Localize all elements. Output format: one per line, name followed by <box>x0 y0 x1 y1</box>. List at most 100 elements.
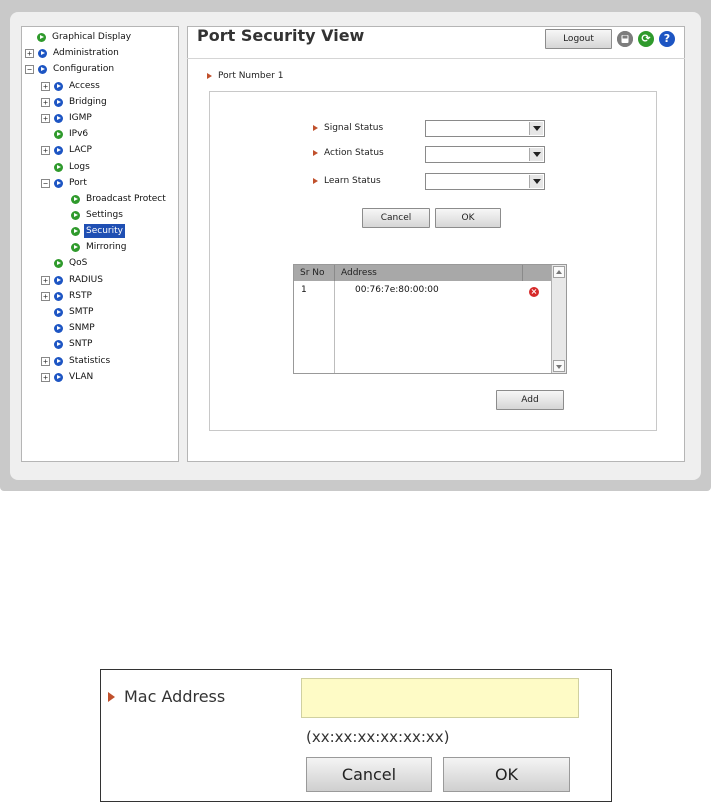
column-header-action <box>523 265 552 281</box>
ok-button[interactable]: OK <box>435 208 501 228</box>
action-status-select[interactable] <box>425 146 545 163</box>
tree-item-sntp[interactable]: SNTP <box>54 337 94 351</box>
tree-item-label: Access <box>69 81 100 91</box>
help-icon[interactable]: ? <box>659 31 675 47</box>
collapse-toggle-icon[interactable]: − <box>25 64 34 74</box>
tree-item-rstp[interactable]: + RSTP <box>41 289 94 303</box>
mac-address-label: Mac Address <box>108 687 225 706</box>
scroll-down-arrow-icon[interactable] <box>553 360 565 372</box>
tree-item-label: Statistics <box>69 356 111 366</box>
expand-toggle-icon[interactable]: + <box>25 48 34 58</box>
tree-item-label: VLAN <box>69 372 94 382</box>
mac-address-input[interactable] <box>301 678 579 718</box>
tree-item-vlan[interactable]: + VLAN <box>41 370 95 384</box>
tree-item-label: SMTP <box>69 307 94 317</box>
signal-status-select[interactable] <box>425 120 545 137</box>
action-status-label: Action Status <box>313 148 384 158</box>
tree-item-radius[interactable]: + RADIUS <box>41 273 105 287</box>
tree-item-mirroring[interactable]: Mirroring <box>71 240 128 254</box>
tree-item-access[interactable]: + Access <box>41 79 102 93</box>
mac-address-text: Mac Address <box>124 687 226 706</box>
green-arrow-icon <box>71 226 80 236</box>
green-arrow-icon <box>54 162 63 172</box>
expand-toggle-icon[interactable]: + <box>41 113 50 123</box>
expand-toggle-icon[interactable]: + <box>41 81 50 91</box>
green-arrow-icon <box>71 194 80 204</box>
tree-item-security[interactable]: Security <box>71 224 125 238</box>
green-arrow-icon <box>54 129 63 139</box>
learn-status-select[interactable] <box>425 173 545 190</box>
tree-item-lacp[interactable]: + LACP <box>41 143 94 157</box>
blue-arrow-icon <box>54 113 63 123</box>
green-arrow-icon <box>54 258 63 268</box>
tree-item-administration[interactable]: + Administration <box>25 46 121 60</box>
chevron-down-icon[interactable] <box>529 175 543 188</box>
signal-status-text: Signal Status <box>324 123 384 133</box>
tree-item-label: QoS <box>69 258 88 268</box>
tree-item-label: SNMP <box>69 323 95 333</box>
tree-item-qos[interactable]: QoS <box>54 256 89 270</box>
scroll-up-arrow-icon[interactable] <box>553 266 565 278</box>
tree-item-bridging[interactable]: + Bridging <box>41 95 109 109</box>
tree-item-label: Port <box>69 178 87 188</box>
expand-toggle-icon[interactable]: + <box>41 372 50 382</box>
tree-item-ipv6[interactable]: IPv6 <box>54 127 90 141</box>
chevron-down-icon[interactable] <box>529 148 543 161</box>
blue-arrow-icon <box>54 307 63 317</box>
bullet-arrow-icon <box>207 72 212 79</box>
tree-item-graphical-display[interactable]: Graphical Display <box>37 30 133 44</box>
chevron-down-icon[interactable] <box>529 122 543 135</box>
expand-toggle-icon[interactable]: + <box>41 291 50 301</box>
cancel-button[interactable]: Cancel <box>362 208 430 228</box>
tree-item-label: IPv6 <box>69 129 89 139</box>
tree-item-settings[interactable]: Settings <box>71 208 125 222</box>
delete-icon[interactable]: × <box>529 287 539 297</box>
tree-item-logs[interactable]: Logs <box>54 160 92 174</box>
port-number-label: Port Number 1 <box>207 71 283 81</box>
tree-item-label: IGMP <box>69 113 92 123</box>
mac-format-hint: (xx:xx:xx:xx:xx:xx) <box>306 728 450 746</box>
learn-status-text: Learn Status <box>324 176 381 186</box>
port-security-form-box <box>209 91 657 431</box>
blue-arrow-icon <box>38 48 47 58</box>
tree-item-statistics[interactable]: + Statistics <box>41 354 112 368</box>
detail-cancel-button[interactable]: Cancel <box>306 757 432 792</box>
signal-status-label: Signal Status <box>313 123 383 133</box>
tree-item-label: Graphical Display <box>52 32 132 42</box>
save-icon-graphic <box>617 31 633 47</box>
expand-toggle-icon[interactable]: + <box>41 97 50 107</box>
save-icon[interactable] <box>617 31 633 47</box>
refresh-icon[interactable]: ⟳ <box>638 31 654 47</box>
cell-sr-no: 1 <box>301 285 307 295</box>
tree-item-label: Bridging <box>69 97 107 107</box>
tree-item-broadcast-protect[interactable]: Broadcast Protect <box>71 192 168 206</box>
blue-arrow-icon <box>54 356 63 366</box>
tree-item-igmp[interactable]: + IGMP <box>41 111 94 125</box>
blue-arrow-icon <box>54 291 63 301</box>
tree-item-label: SNTP <box>69 339 93 349</box>
tree-item-smtp[interactable]: SMTP <box>54 305 95 319</box>
blue-arrow-icon <box>54 81 63 91</box>
green-arrow-icon <box>71 242 80 252</box>
action-status-text: Action Status <box>324 148 384 158</box>
tree-item-label: Mirroring <box>86 242 127 252</box>
column-header-address: Address <box>335 265 523 281</box>
tree-item-port[interactable]: − Port <box>41 176 89 190</box>
tree-item-label: RSTP <box>69 291 92 301</box>
add-button[interactable]: Add <box>496 390 564 410</box>
expand-toggle-icon[interactable]: + <box>41 356 50 366</box>
detail-ok-button[interactable]: OK <box>443 757 570 792</box>
table-scrollbar[interactable] <box>551 265 566 373</box>
tree-item-snmp[interactable]: SNMP <box>54 321 97 335</box>
blue-arrow-icon <box>54 372 63 382</box>
column-header-sr-no: Sr No <box>294 265 335 281</box>
expand-toggle-icon[interactable]: + <box>41 275 50 285</box>
tree-item-configuration[interactable]: − Configuration <box>25 62 116 76</box>
bullet-arrow-icon <box>313 150 318 156</box>
bullet-arrow-icon <box>313 178 318 184</box>
collapse-toggle-icon[interactable]: − <box>41 178 50 188</box>
logout-button[interactable]: Logout <box>545 29 612 49</box>
expand-toggle-icon[interactable]: + <box>41 145 50 155</box>
blue-arrow-icon <box>54 178 63 188</box>
learn-status-label: Learn Status <box>313 176 381 186</box>
